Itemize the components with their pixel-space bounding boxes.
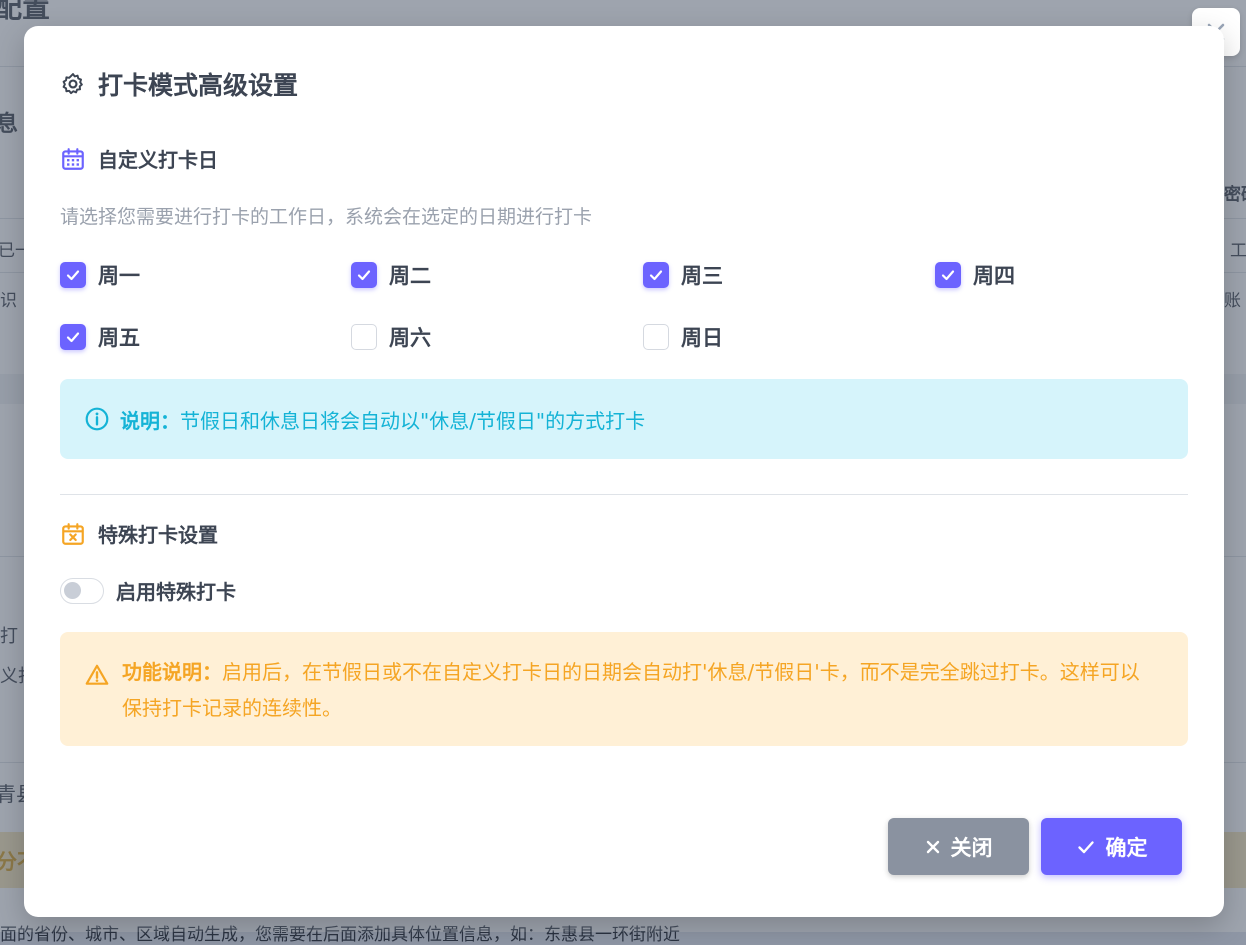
warning-alert: 功能说明：启用后，在节假日或不在自定义打卡日的日期会自动打'休息/节假日'卡，而…	[60, 632, 1188, 746]
close-button-label: 关闭	[950, 835, 993, 860]
modal-title: 打卡模式高级设置	[60, 66, 298, 102]
check-icon	[1077, 840, 1094, 853]
day-checkbox-wed[interactable]: 周三	[643, 260, 723, 290]
day-checkbox-tue[interactable]: 周二	[351, 260, 431, 290]
calendar-icon	[62, 147, 84, 170]
checkbox-checked[interactable]	[60, 324, 86, 350]
info-label: 说明：	[120, 408, 180, 433]
checkbox-unchecked[interactable]	[643, 324, 669, 350]
day-label: 周三	[681, 264, 723, 288]
special-toggle-row: 启用特殊打卡	[60, 576, 236, 605]
day-checkbox-sat[interactable]: 周六	[351, 322, 431, 352]
checkbox-checked[interactable]	[351, 262, 377, 288]
warning-label: 功能说明：	[122, 660, 222, 684]
day-label: 周六	[389, 326, 431, 350]
day-checkbox-mon[interactable]: 周一	[60, 260, 140, 290]
checkbox-checked[interactable]	[60, 262, 86, 288]
section-divider	[60, 494, 1188, 495]
special-heading: 特殊打卡设置	[60, 519, 218, 548]
day-label: 周五	[98, 326, 140, 350]
day-label: 周一	[98, 264, 140, 288]
toggle-knob	[64, 581, 81, 599]
calendar-x-icon	[62, 522, 84, 545]
confirm-button-label: 确定	[1105, 835, 1148, 860]
custom-days-hint: 请选择您需要进行打卡的工作日，系统会在选定的日期进行打卡	[60, 206, 593, 228]
custom-days-heading: 自定义打卡日	[60, 144, 218, 173]
modal-title-text: 打卡模式高级设置	[98, 71, 299, 100]
warning-text: 启用后，在节假日或不在自定义打卡日的日期会自动打'休息/节假日'卡，而不是完全跳…	[122, 660, 1140, 720]
confirm-button[interactable]: 确定	[1041, 818, 1182, 875]
day-checkbox-fri[interactable]: 周五	[60, 322, 140, 352]
custom-days-heading-text: 自定义打卡日	[98, 148, 218, 172]
check-icon	[66, 332, 80, 343]
special-toggle-switch[interactable]	[60, 577, 104, 604]
check-icon	[941, 270, 955, 281]
checkbox-checked[interactable]	[935, 262, 961, 288]
check-icon	[649, 270, 663, 281]
close-icon	[926, 840, 939, 853]
gear-icon	[62, 73, 83, 95]
day-checkbox-sun[interactable]: 周日	[643, 322, 723, 352]
check-icon	[66, 270, 80, 281]
info-icon	[85, 407, 109, 431]
day-label: 周二	[389, 264, 431, 288]
special-toggle-label: 启用特殊打卡	[116, 580, 236, 604]
info-text: 节假日和休息日将会自动以"休息/节假日"的方式打卡	[180, 408, 646, 433]
day-checkbox-thu[interactable]: 周四	[935, 260, 1015, 290]
info-alert: 说明：节假日和休息日将会自动以"休息/节假日"的方式打卡	[60, 379, 1188, 459]
warning-icon	[85, 664, 109, 685]
close-button[interactable]: 关闭	[888, 818, 1029, 875]
settings-modal: 打卡模式高级设置 自定义打卡日 请选择您需要进行打卡的工作日，系统会在选定的日期…	[24, 26, 1224, 917]
checkbox-checked[interactable]	[643, 262, 669, 288]
day-label: 周日	[681, 326, 723, 350]
checkbox-unchecked[interactable]	[351, 324, 377, 350]
check-icon	[357, 270, 371, 281]
day-label: 周四	[973, 264, 1015, 288]
special-heading-text: 特殊打卡设置	[98, 523, 218, 547]
